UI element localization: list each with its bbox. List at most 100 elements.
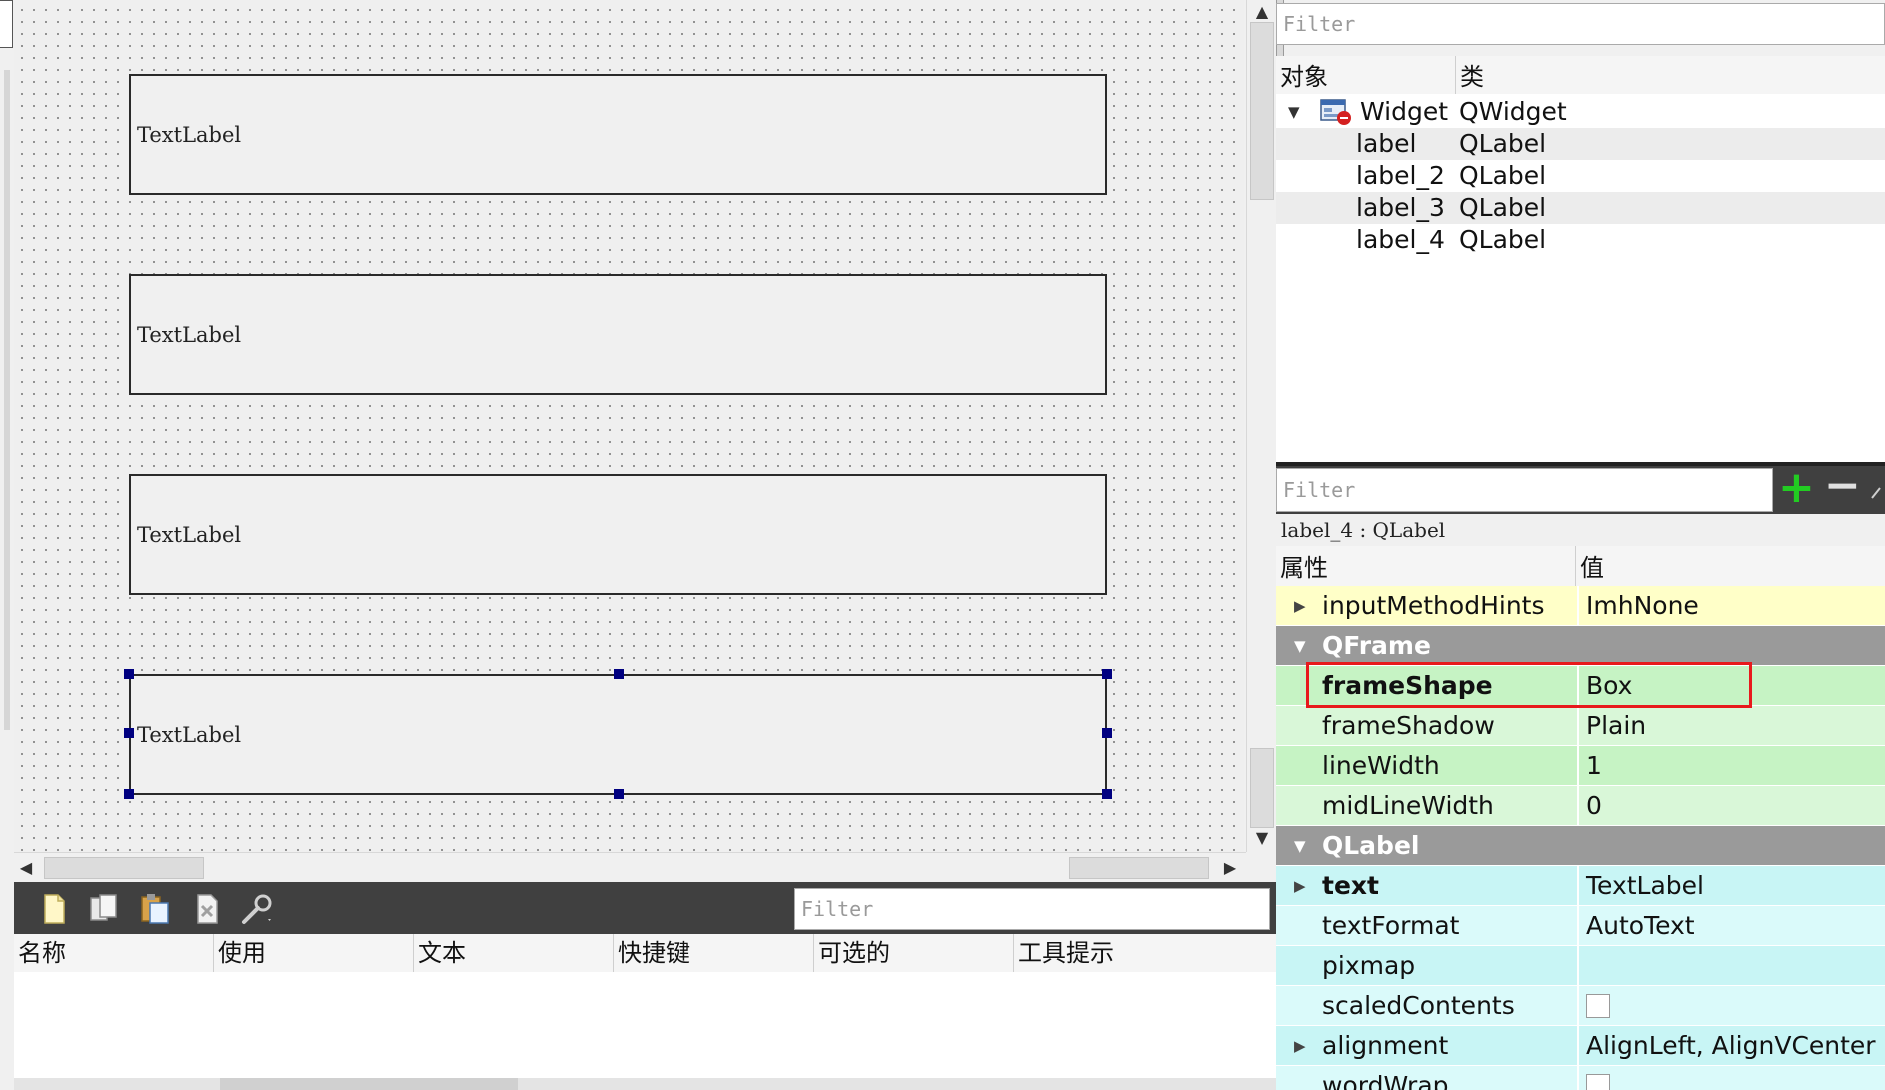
collapse-arrow-icon[interactable]: ▼ <box>1288 96 1300 128</box>
property-row-wordwrap[interactable]: wordWrap <box>1276 1066 1885 1090</box>
property-value[interactable]: 0 <box>1586 786 1602 826</box>
remove-property-icon[interactable]: − <box>1824 460 1861 512</box>
settings-wrench-icon[interactable] <box>240 892 274 926</box>
canvas-horizontal-scrollbar[interactable]: ◀ ▶ <box>14 852 1246 883</box>
wordwrap-checkbox[interactable] <box>1586 1074 1610 1090</box>
property-row-textformat[interactable]: textFormat AutoText <box>1276 906 1885 946</box>
resize-handle-right[interactable] <box>1102 728 1112 738</box>
tree-row-widget[interactable]: ▼ Widget QWidget <box>1276 96 1885 128</box>
property-row-text[interactable]: ▶ text TextLabel <box>1276 866 1885 906</box>
new-action-icon[interactable] <box>36 892 70 926</box>
vertical-scroll-thumb[interactable] <box>1250 22 1274 200</box>
resize-handle-top[interactable] <box>614 669 624 679</box>
text-label-2[interactable]: TextLabel <box>129 274 1107 395</box>
collapse-arrow-icon[interactable]: ▼ <box>1294 826 1306 866</box>
label-text: TextLabel <box>137 522 242 547</box>
property-row-linewidth[interactable]: lineWidth 1 <box>1276 746 1885 786</box>
column-separator <box>1577 786 1579 826</box>
column-separator <box>1577 706 1579 746</box>
action-filter-input[interactable]: Filter <box>794 888 1270 930</box>
property-filter-input[interactable]: Filter <box>1276 468 1773 512</box>
column-header-object[interactable]: 对象 <box>1276 56 1456 94</box>
column-header-checkable[interactable]: 可选的 <box>814 934 1014 972</box>
property-row-pixmap[interactable]: pixmap <box>1276 946 1885 986</box>
property-name: scaledContents <box>1322 991 1515 1020</box>
column-header-shortcut[interactable]: 快捷键 <box>614 934 814 972</box>
form-design-canvas[interactable]: TextLabel TextLabel TextLabel TextLabel <box>14 0 1244 852</box>
tree-item-name: label_3 <box>1356 193 1445 222</box>
expand-arrow-icon[interactable]: ▶ <box>1294 866 1306 906</box>
label-text: TextLabel <box>137 722 242 747</box>
text-label-4-selected[interactable]: TextLabel <box>129 674 1107 795</box>
resize-handle-top-right[interactable] <box>1102 669 1112 679</box>
property-value[interactable]: ImhNone <box>1586 586 1699 626</box>
text-label-1[interactable]: TextLabel <box>129 74 1107 195</box>
vertical-scroll-track-lower[interactable] <box>1250 748 1274 828</box>
tree-item-class: QLabel <box>1459 193 1547 222</box>
column-separator <box>1577 746 1579 786</box>
expand-arrow-icon[interactable]: ▶ <box>1294 1026 1306 1066</box>
horizontal-scroll-track-right[interactable] <box>1069 857 1209 879</box>
expand-arrow-icon[interactable]: ▶ <box>1294 586 1306 626</box>
tree-item-name: label_4 <box>1356 225 1445 254</box>
tree-row-label[interactable]: label QLabel <box>1276 128 1885 160</box>
column-header-text[interactable]: 文本 <box>414 934 614 972</box>
copy-action-icon[interactable] <box>87 892 121 926</box>
label-text: TextLabel <box>137 122 242 147</box>
column-header-used[interactable]: 使用 <box>214 934 414 972</box>
column-header-class[interactable]: 类 <box>1456 56 1885 94</box>
tree-row-label-3[interactable]: label_3 QLabel <box>1276 192 1885 224</box>
property-name: inputMethodHints <box>1322 591 1545 620</box>
tree-row-label-2[interactable]: label_2 QLabel <box>1276 160 1885 192</box>
property-name: midLineWidth <box>1322 791 1494 820</box>
action-table-scrollbar[interactable] <box>14 1078 1276 1090</box>
property-value[interactable]: AutoText <box>1586 906 1695 946</box>
property-group-qlabel[interactable]: ▼ QLabel <box>1276 826 1885 866</box>
scroll-left-arrow-icon[interactable]: ◀ <box>14 858 38 878</box>
property-row-scaledcontents[interactable]: scaledContents <box>1276 986 1885 1026</box>
add-property-icon[interactable]: + <box>1778 462 1815 514</box>
scroll-up-arrow-icon[interactable]: ▲ <box>1247 2 1277 22</box>
property-row-frameshadow[interactable]: frameShadow Plain <box>1276 706 1885 746</box>
resize-handle-bottom-right[interactable] <box>1102 789 1112 799</box>
property-value[interactable]: Plain <box>1586 706 1646 746</box>
resize-handle-bottom[interactable] <box>614 789 624 799</box>
selected-object-class: label_4 : QLabel <box>1276 514 1885 546</box>
column-header-name[interactable]: 名称 <box>14 934 214 972</box>
label-text: TextLabel <box>137 322 242 347</box>
edge-scrollbar[interactable] <box>4 70 10 730</box>
resize-handle-left[interactable] <box>124 728 134 738</box>
property-name: alignment <box>1322 1031 1449 1060</box>
property-value[interactable]: TextLabel <box>1586 866 1704 906</box>
property-name: frameShadow <box>1322 711 1495 740</box>
column-header-value[interactable]: 值 <box>1576 546 1885 586</box>
action-scroll-thumb[interactable] <box>220 1078 518 1090</box>
action-table-header: 名称 使用 文本 快捷键 可选的 工具提示 <box>14 934 1276 973</box>
column-header-tooltip[interactable]: 工具提示 <box>1014 934 1276 972</box>
scroll-right-arrow-icon[interactable]: ▶ <box>1218 858 1242 878</box>
tree-item-name: Widget <box>1360 97 1449 126</box>
canvas-vertical-scrollbar[interactable]: ▲ ▼ <box>1246 0 1277 852</box>
property-value[interactable]: AlignLeft, AlignVCenter <box>1586 1026 1876 1066</box>
text-label-3[interactable]: TextLabel <box>129 474 1107 595</box>
property-group-qframe[interactable]: ▼ QFrame <box>1276 626 1885 666</box>
resize-handle-top-left[interactable] <box>124 669 134 679</box>
delete-action-icon[interactable] <box>190 892 224 926</box>
action-table-body[interactable] <box>14 972 1276 1080</box>
configure-icon[interactable] <box>1870 484 1882 500</box>
object-inspector-header: 对象 类 <box>1276 56 1885 95</box>
property-name: wordWrap <box>1322 1071 1449 1090</box>
tree-row-label-4[interactable]: label_4 QLabel <box>1276 224 1885 256</box>
property-row-inputmethodhints[interactable]: ▶ inputMethodHints ImhNone <box>1276 586 1885 626</box>
paste-action-icon[interactable] <box>138 892 172 926</box>
object-filter-input[interactable]: Filter <box>1276 3 1885 45</box>
resize-handle-bottom-left[interactable] <box>124 789 134 799</box>
scaledcontents-checkbox[interactable] <box>1586 994 1610 1018</box>
horizontal-scroll-thumb[interactable] <box>44 857 204 879</box>
property-row-alignment[interactable]: ▶ alignment AlignLeft, AlignVCenter <box>1276 1026 1885 1066</box>
scroll-down-arrow-icon[interactable]: ▼ <box>1247 828 1277 848</box>
property-row-midlinewidth[interactable]: midLineWidth 0 <box>1276 786 1885 826</box>
column-header-property[interactable]: 属性 <box>1276 546 1576 586</box>
collapse-arrow-icon[interactable]: ▼ <box>1294 626 1306 666</box>
property-value[interactable]: 1 <box>1586 746 1602 786</box>
